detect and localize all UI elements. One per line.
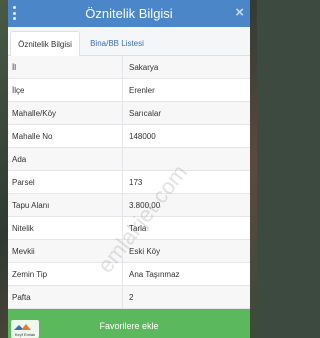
row-value: 173 <box>122 171 250 193</box>
table-row: Parsel 173 <box>8 171 250 194</box>
table-row: Zemin Tip Ana Taşınmaz <box>8 263 250 286</box>
row-label: Nitelik <box>12 223 34 233</box>
brand-logo: Keyf Emlak <box>11 320 39 338</box>
attribute-info-modal: Öznitelik Bilgisi × Öznitelik Bilgisi Bi… <box>8 0 250 338</box>
table-row: Tapu Alanı 3.800,00 <box>8 194 250 217</box>
row-label: Mevkii <box>12 246 35 256</box>
row-value: 2 <box>122 286 250 308</box>
row-value: Tarla <box>122 217 250 239</box>
close-icon[interactable]: × <box>235 4 244 22</box>
tab-bar: Öznitelik Bilgisi Bina/BB Listesi <box>8 27 250 57</box>
table-row: İl Sakarya <box>8 56 250 79</box>
more-options-icon[interactable] <box>11 6 17 20</box>
table-row: Ada <box>8 148 250 171</box>
tab-attribute-info[interactable]: Öznitelik Bilgisi <box>10 31 80 57</box>
row-label: Ada <box>12 154 27 164</box>
row-label: Mahalle No <box>12 131 53 141</box>
row-label: Zemin Tip <box>12 269 48 279</box>
row-label: Parsel <box>12 177 35 187</box>
table-row: Nitelik Tarla <box>8 217 250 240</box>
row-label: Pafta <box>12 292 31 302</box>
row-value: 3.800,00 <box>122 194 250 216</box>
table-row: Mahalle/Köy Sarıcalar <box>8 102 250 125</box>
row-value <box>122 148 250 170</box>
row-value: Erenler <box>122 79 250 101</box>
row-label: İlçe <box>12 85 25 95</box>
row-value: Ana Taşınmaz <box>122 263 250 285</box>
attribute-table: İl Sakarya İlçe Erenler Mahalle/Köy Sarı… <box>8 56 250 309</box>
table-row: Mahalle No 148000 <box>8 125 250 148</box>
row-value: 148000 <box>122 125 250 147</box>
row-value: Sakarya <box>122 56 250 78</box>
modal-header: Öznitelik Bilgisi × <box>8 0 250 27</box>
table-row: İlçe Erenler <box>8 79 250 102</box>
svg-text:Keyf Emlak: Keyf Emlak <box>15 332 35 337</box>
modal-title: Öznitelik Bilgisi <box>85 6 173 21</box>
row-value: Sarıcalar <box>122 102 250 124</box>
tab-building-list[interactable]: Bina/BB Listesi <box>84 31 150 56</box>
row-label: İl <box>12 62 16 72</box>
row-label: Tapu Alanı <box>12 200 50 210</box>
table-row: Pafta 2 <box>8 286 250 309</box>
add-to-favorites-button[interactable]: Keyf Emlak Favorilere ekle <box>8 309 250 338</box>
add-to-favorites-label: Favorilere ekle <box>99 320 159 331</box>
row-value: Eski Köy <box>122 240 250 262</box>
row-label: Mahalle/Köy <box>12 108 57 118</box>
table-row: Mevkii Eski Köy <box>8 240 250 263</box>
